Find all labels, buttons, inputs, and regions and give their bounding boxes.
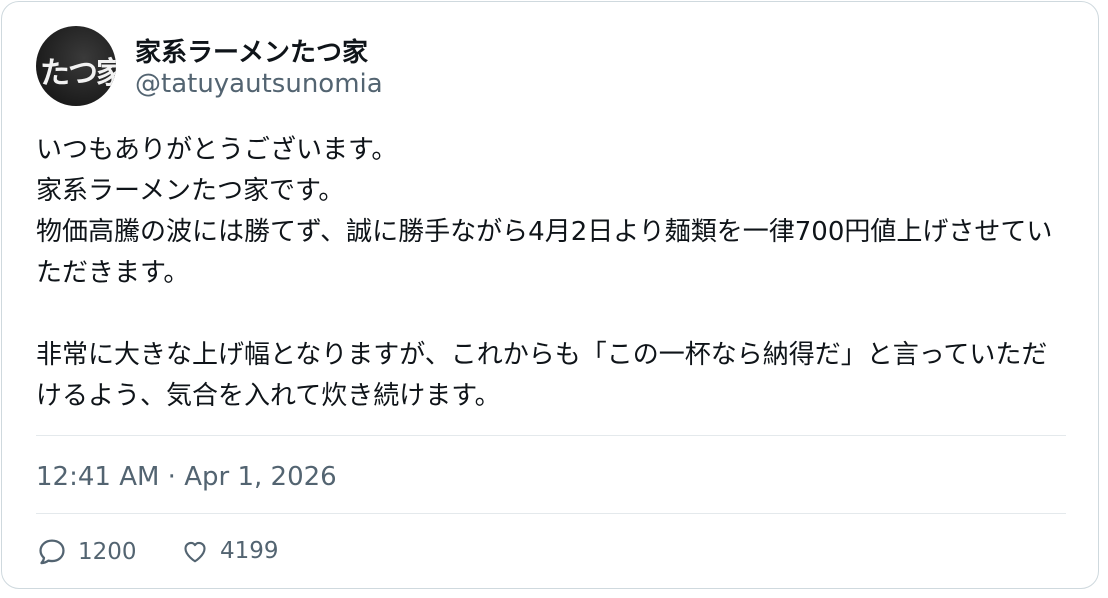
comment-bubble-icon — [39, 539, 65, 565]
tweet-text: いつもありがとうございます。 家系ラーメンたつ家です。 物価高騰の波には勝てず、… — [36, 135, 1053, 411]
reply-count: 1200 — [78, 539, 137, 565]
display-name[interactable]: 家系ラーメンたつ家 — [135, 32, 368, 69]
avatar-logo: たつ家 — [40, 56, 116, 91]
tweet-card: たつ家 家系ラーメンたつ家 @tatuyautsunomia いつもありがとうご… — [1, 1, 1099, 589]
like-count: 4199 — [220, 538, 279, 564]
divider — [36, 435, 1066, 436]
divider — [36, 513, 1066, 514]
reply-button[interactable]: 1200 — [36, 536, 137, 568]
user-handle[interactable]: @tatuyautsunomia — [135, 69, 383, 99]
avatar[interactable]: たつ家 — [36, 26, 116, 106]
heart-icon — [184, 541, 206, 563]
like-button[interactable]: 4199 — [180, 536, 279, 566]
timestamp[interactable]: 12:41 AM · Apr 1, 2026 — [36, 462, 337, 492]
